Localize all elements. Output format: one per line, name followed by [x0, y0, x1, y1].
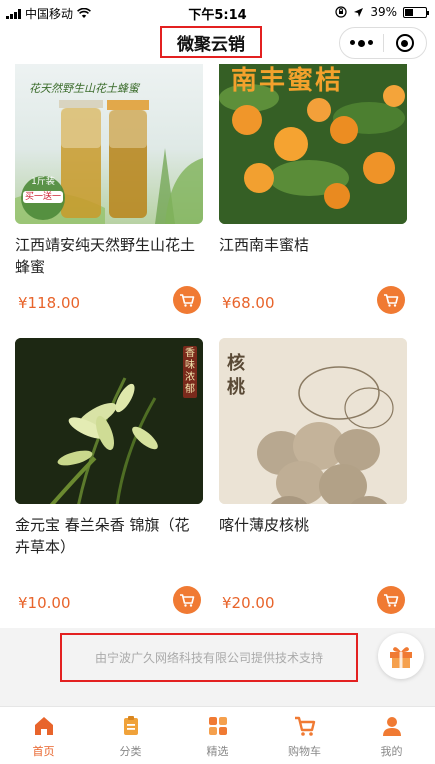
product-name[interactable]: 金元宝 春兰朵香 锦旗（花卉草本） [15, 514, 203, 558]
orchid-illustration [15, 338, 203, 504]
tab-label: 购物车 [288, 745, 321, 758]
cart-icon [384, 594, 399, 607]
gift-icon [390, 647, 412, 668]
tech-support-text: 由宁波广久网络科技有限公司提供技术支持 [60, 633, 358, 682]
tab-label: 分类 [119, 745, 142, 758]
home-icon [33, 715, 55, 737]
product-price: ¥118.00 [18, 294, 81, 312]
product-price: ¥20.00 [222, 594, 275, 612]
status-bar: 中国移动 下午5:14 39% [0, 0, 435, 24]
product-image[interactable]: 核桃 [219, 338, 407, 504]
cart-icon [384, 294, 399, 307]
tab-label: 我的 [380, 745, 403, 758]
tab-label: 首页 [32, 745, 55, 758]
product-price: ¥10.00 [18, 594, 71, 612]
close-button[interactable] [384, 34, 427, 52]
battery-icon [403, 6, 429, 18]
cart-icon [294, 715, 316, 737]
product-card[interactable]: 香味浓郁 金元宝 春兰朵香 锦旗（花卉草本） ¥10.00 [15, 338, 203, 614]
product-price: ¥68.00 [222, 294, 275, 312]
mini-program-capsule [339, 27, 427, 59]
product-image-caption: 南丰蜜桔 [231, 66, 344, 96]
cart-icon [180, 594, 195, 607]
page-title: 微聚云销 [160, 26, 262, 58]
add-to-cart-button[interactable] [377, 286, 405, 314]
product-image[interactable]: 花天然野生山花土蜂蜜 1斤装 买一送一 [15, 64, 203, 224]
status-right: 39% [335, 5, 429, 19]
cart-icon [180, 294, 195, 307]
category-icon [120, 715, 142, 737]
tab-label: 精选 [206, 745, 229, 758]
product-card[interactable]: 核桃 喀什薄皮核桃 ¥20.00 [219, 338, 407, 614]
gift-button[interactable] [378, 633, 424, 679]
product-grid: 花天然野生山花土蜂蜜 1斤装 买一送一 江西靖安纯天然野生山花土蜂蜜 ¥118.… [0, 64, 435, 628]
promo-badge: 1斤装 买一送一 [23, 176, 63, 203]
promo-badge-offer: 买一送一 [23, 191, 63, 203]
product-image-caption: 花天然野生山花土蜂蜜 [29, 82, 139, 95]
promo-badge-weight: 1斤装 [31, 177, 55, 187]
product-card[interactable]: 南丰蜜桔 江西南丰蜜桔 ¥68.00 [219, 64, 407, 314]
product-image-caption: 香味浓郁 [183, 346, 197, 398]
product-name[interactable]: 江西南丰蜜桔 [219, 234, 407, 278]
product-image-caption: 核桃 [227, 353, 245, 398]
add-to-cart-button[interactable] [173, 586, 201, 614]
battery-percent: 39% [370, 5, 397, 19]
tab-category[interactable]: 分类 [87, 707, 174, 764]
tab-bar: 首页 分类 精选 购物车 我的 [0, 706, 435, 764]
user-icon [381, 715, 403, 737]
featured-icon [207, 715, 229, 737]
product-image[interactable]: 香味浓郁 [15, 338, 203, 504]
tab-profile[interactable]: 我的 [348, 707, 435, 764]
close-circle-icon [395, 34, 414, 52]
tab-featured[interactable]: 精选 [174, 707, 261, 764]
product-name[interactable]: 江西靖安纯天然野生山花土蜂蜜 [15, 234, 203, 278]
add-to-cart-button[interactable] [173, 286, 201, 314]
product-name[interactable]: 喀什薄皮核桃 [219, 514, 407, 558]
orientation-lock-icon [335, 6, 347, 18]
product-card[interactable]: 花天然野生山花土蜂蜜 1斤装 买一送一 江西靖安纯天然野生山花土蜂蜜 ¥118.… [15, 64, 203, 314]
tab-home[interactable]: 首页 [0, 707, 87, 764]
add-to-cart-button[interactable] [377, 586, 405, 614]
footer: 由宁波广久网络科技有限公司提供技术支持 [0, 628, 435, 706]
tab-cart[interactable]: 购物车 [261, 707, 348, 764]
more-icon[interactable] [340, 39, 383, 47]
product-image[interactable]: 南丰蜜桔 [219, 64, 407, 224]
nav-bar: 微聚云销 [0, 24, 435, 64]
location-icon [354, 7, 364, 17]
